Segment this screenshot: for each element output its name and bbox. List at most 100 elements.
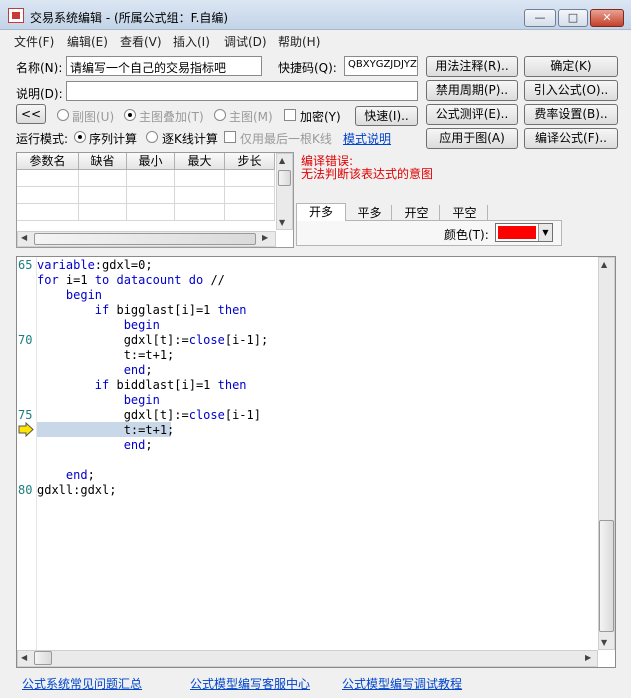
- tab-open-long[interactable]: 开多: [296, 203, 346, 221]
- encrypt-checkbox[interactable]: [284, 109, 296, 121]
- radio-sequence-mode[interactable]: [74, 131, 86, 143]
- scroll-up-icon[interactable]: ▲: [279, 156, 285, 165]
- param-header-default[interactable]: 缺省: [79, 153, 127, 170]
- radio-bar-mode[interactable]: [146, 131, 158, 143]
- editor-hscroll[interactable]: [17, 650, 598, 667]
- chevron-down-icon[interactable]: ▼: [538, 224, 552, 241]
- usage-notes-button[interactable]: 用法注释(R)..: [426, 56, 518, 77]
- footer-link-support[interactable]: 公式模型编写客服中心: [190, 675, 310, 692]
- radio-bar-label: 逐K线计算: [162, 132, 218, 146]
- code-text: begin: [65, 288, 103, 302]
- param-cell[interactable]: [225, 187, 275, 204]
- scroll-down-icon[interactable]: ▼: [601, 638, 607, 647]
- code-text: begin: [123, 393, 160, 407]
- line-number: 70: [18, 333, 33, 347]
- window-title: 交易系统编辑 - (所属公式组：F.自编): [30, 11, 229, 25]
- menu-insert[interactable]: 插入(I): [173, 33, 210, 50]
- code-text: end;: [123, 363, 153, 377]
- radio-main-chart[interactable]: [214, 109, 226, 121]
- param-cell[interactable]: [175, 170, 225, 187]
- close-button[interactable]: ✕: [590, 9, 624, 27]
- param-cell[interactable]: [127, 170, 175, 187]
- disable-period-button[interactable]: 禁用周期(P)..: [426, 80, 518, 101]
- fee-settings-button[interactable]: 费率设置(B)..: [524, 104, 618, 125]
- run-mode-label: 运行模式:: [16, 132, 69, 146]
- scroll-right-icon[interactable]: ▶: [585, 653, 591, 662]
- scroll-left-icon[interactable]: ◀: [21, 653, 27, 662]
- scroll-down-icon[interactable]: ▼: [279, 218, 285, 227]
- collapse-button[interactable]: <<: [16, 104, 46, 124]
- menu-file[interactable]: 文件(F): [14, 33, 54, 50]
- param-header-min[interactable]: 最小: [127, 153, 175, 170]
- code-text: if bigglast[i]=1 then: [94, 303, 247, 317]
- param-cell[interactable]: [225, 170, 275, 187]
- scroll-up-icon[interactable]: ▲: [601, 260, 607, 269]
- editor-hscroll-thumb[interactable]: [34, 651, 52, 665]
- footer-link-tutorial[interactable]: 公式模型编写调试教程: [342, 675, 462, 692]
- apply-to-chart-button[interactable]: 应用于图(A): [426, 128, 518, 149]
- menu-edit[interactable]: 编辑(E): [67, 33, 108, 50]
- scroll-right-icon[interactable]: ▶: [262, 233, 268, 242]
- menu-debug[interactable]: 调试(D): [224, 33, 267, 50]
- line-number: 65: [18, 258, 33, 272]
- code-text: gdxl[t]:=close[i-1]: [37, 408, 261, 422]
- last-bar-label: 仅用最后一根K线: [240, 132, 332, 146]
- minimize-button[interactable]: —: [524, 9, 556, 27]
- menu-help[interactable]: 帮助(H): [278, 33, 320, 50]
- code-text: if biddlast[i]=1 then: [94, 378, 247, 392]
- fast-button[interactable]: 快速(I)..: [355, 106, 418, 126]
- color-label: 颜色(T):: [444, 228, 489, 242]
- tab-close-short[interactable]: 平空: [442, 205, 488, 221]
- param-header-max[interactable]: 最大: [175, 153, 225, 170]
- name-label: 名称(N):: [16, 61, 63, 75]
- param-cell[interactable]: [79, 170, 127, 187]
- maximize-button[interactable]: □: [558, 9, 588, 27]
- param-header-name[interactable]: 参数名: [17, 153, 79, 170]
- name-input[interactable]: 请编写一个自己的交易指标吧: [66, 56, 262, 76]
- code-text: end;: [123, 438, 153, 452]
- confirm-button[interactable]: 确定(K): [524, 56, 618, 77]
- code-text: t:=t+1;: [37, 348, 175, 362]
- param-cell[interactable]: [17, 204, 79, 221]
- encrypt-label: 加密(Y): [300, 110, 341, 124]
- param-cell[interactable]: [175, 187, 225, 204]
- code-area[interactable]: 65 variable:gdxl=0; for i=1 to datacount d…: [18, 258, 596, 648]
- code-text: gdxll:gdxl;: [37, 483, 117, 497]
- app-icon: [8, 8, 24, 23]
- menu-view[interactable]: 查看(V): [120, 33, 162, 50]
- description-label: 说明(D):: [16, 87, 63, 101]
- shortcut-input[interactable]: QBXYGZJDJYZB: [344, 56, 418, 76]
- param-cell[interactable]: [17, 170, 79, 187]
- scroll-left-icon[interactable]: ◀: [21, 233, 27, 242]
- param-header-step[interactable]: 步长: [225, 153, 275, 170]
- param-cell[interactable]: [225, 204, 275, 221]
- description-input[interactable]: [66, 81, 418, 101]
- compile-button[interactable]: 编译公式(F)..: [524, 128, 618, 149]
- code-text: gdxl[t]:=close[i-1];: [37, 333, 269, 347]
- radio-subchart[interactable]: [57, 109, 69, 121]
- mode-help-link[interactable]: 模式说明: [343, 130, 391, 147]
- color-swatch: [498, 226, 536, 239]
- param-cell[interactable]: [79, 187, 127, 204]
- param-table-hscroll-thumb[interactable]: [34, 233, 256, 245]
- radio-main-overlay[interactable]: [124, 109, 136, 121]
- last-bar-checkbox[interactable]: [224, 131, 236, 143]
- tab-close-long[interactable]: 平多: [348, 205, 392, 221]
- param-cell[interactable]: [17, 187, 79, 204]
- radio-main-chart-label: 主图(M): [229, 110, 273, 124]
- radio-main-overlay-label: 主图叠加(T): [139, 110, 204, 124]
- code-text: variable:gdxl=0;: [37, 258, 153, 272]
- param-table-vscroll-thumb[interactable]: [278, 170, 291, 186]
- formula-test-button[interactable]: 公式测评(E)..: [426, 104, 518, 125]
- editor-vscroll-thumb[interactable]: [599, 520, 614, 632]
- import-formula-button[interactable]: 引入公式(O)..: [524, 80, 618, 101]
- footer-link-faq[interactable]: 公式系统常见问题汇总: [22, 675, 142, 692]
- tab-open-short[interactable]: 开空: [394, 205, 440, 221]
- param-cell[interactable]: [127, 187, 175, 204]
- radio-subchart-label: 副图(U): [72, 110, 115, 124]
- code-text: begin: [123, 318, 160, 332]
- param-cell[interactable]: [79, 204, 127, 221]
- radio-sequence-label: 序列计算: [89, 132, 138, 146]
- param-cell[interactable]: [175, 204, 225, 221]
- param-cell[interactable]: [127, 204, 175, 221]
